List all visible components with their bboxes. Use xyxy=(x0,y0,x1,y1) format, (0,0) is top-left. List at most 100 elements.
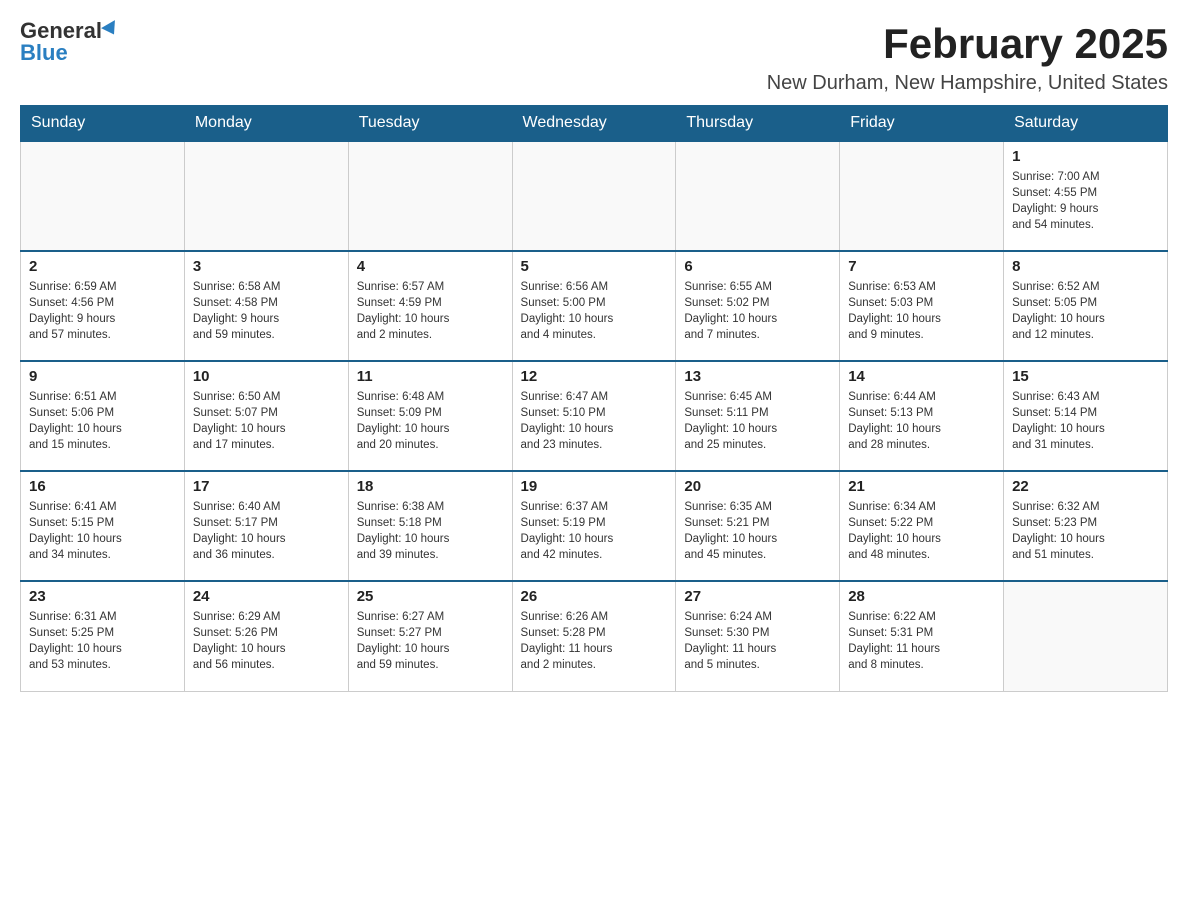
day-info: Sunrise: 6:22 AM Sunset: 5:31 PM Dayligh… xyxy=(848,609,995,673)
calendar-table: Sunday Monday Tuesday Wednesday Thursday… xyxy=(20,105,1168,692)
day-info: Sunrise: 7:00 AM Sunset: 4:55 PM Dayligh… xyxy=(1012,169,1159,233)
calendar-day-cell xyxy=(676,141,840,251)
day-number: 23 xyxy=(29,588,176,605)
day-number: 19 xyxy=(521,478,668,495)
day-info: Sunrise: 6:52 AM Sunset: 5:05 PM Dayligh… xyxy=(1012,279,1159,343)
header-wednesday: Wednesday xyxy=(512,106,676,142)
calendar-day-cell: 28 Sunrise: 6:22 AM Sunset: 5:31 PM Dayli… xyxy=(840,581,1004,691)
day-number: 8 xyxy=(1012,258,1159,275)
day-info: Sunrise: 6:58 AM Sunset: 4:58 PM Dayligh… xyxy=(193,279,340,343)
day-number: 16 xyxy=(29,478,176,495)
header-thursday: Thursday xyxy=(676,106,840,142)
calendar-day-cell: 2 Sunrise: 6:59 AM Sunset: 4:56 PM Daylig… xyxy=(21,251,185,361)
day-number: 24 xyxy=(193,588,340,605)
calendar-day-cell: 14 Sunrise: 6:44 AM Sunset: 5:13 PM Dayli… xyxy=(840,361,1004,471)
day-number: 14 xyxy=(848,368,995,385)
day-info: Sunrise: 6:34 AM Sunset: 5:22 PM Dayligh… xyxy=(848,499,995,563)
calendar-day-cell: 23 Sunrise: 6:31 AM Sunset: 5:25 PM Dayli… xyxy=(21,581,185,691)
day-info: Sunrise: 6:41 AM Sunset: 5:15 PM Dayligh… xyxy=(29,499,176,563)
calendar-day-cell: 17 Sunrise: 6:40 AM Sunset: 5:17 PM Dayli… xyxy=(184,471,348,581)
day-info: Sunrise: 6:43 AM Sunset: 5:14 PM Dayligh… xyxy=(1012,389,1159,453)
day-number: 25 xyxy=(357,588,504,605)
calendar-day-cell: 20 Sunrise: 6:35 AM Sunset: 5:21 PM Dayli… xyxy=(676,471,840,581)
header-friday: Friday xyxy=(840,106,1004,142)
calendar-day-cell: 5 Sunrise: 6:56 AM Sunset: 5:00 PM Daylig… xyxy=(512,251,676,361)
calendar-day-cell: 13Sunrise: 6:45 AM Sunset: 5:11 PM Dayli… xyxy=(676,361,840,471)
day-number: 17 xyxy=(193,478,340,495)
header-tuesday: Tuesday xyxy=(348,106,512,142)
calendar-day-cell: 24 Sunrise: 6:29 AM Sunset: 5:26 PM Dayli… xyxy=(184,581,348,691)
calendar-day-cell: 27 Sunrise: 6:24 AM Sunset: 5:30 PM Dayli… xyxy=(676,581,840,691)
calendar-day-cell: 26 Sunrise: 6:26 AM Sunset: 5:28 PM Dayli… xyxy=(512,581,676,691)
calendar-day-cell xyxy=(1004,581,1168,691)
day-number: 12 xyxy=(521,368,668,385)
day-info: Sunrise: 6:38 AM Sunset: 5:18 PM Dayligh… xyxy=(357,499,504,563)
day-info: Sunrise: 6:53 AM Sunset: 5:03 PM Dayligh… xyxy=(848,279,995,343)
day-info: Sunrise: 6:29 AM Sunset: 5:26 PM Dayligh… xyxy=(193,609,340,673)
day-number: 9 xyxy=(29,368,176,385)
calendar-day-cell: 1 Sunrise: 7:00 AM Sunset: 4:55 PM Daylig… xyxy=(1004,141,1168,251)
day-number: 28 xyxy=(848,588,995,605)
calendar-day-cell: 19Sunrise: 6:37 AM Sunset: 5:19 PM Dayli… xyxy=(512,471,676,581)
day-number: 10 xyxy=(193,368,340,385)
day-number: 18 xyxy=(357,478,504,495)
day-info: Sunrise: 6:57 AM Sunset: 4:59 PM Dayligh… xyxy=(357,279,504,343)
day-number: 22 xyxy=(1012,478,1159,495)
calendar-day-cell: 6 Sunrise: 6:55 AM Sunset: 5:02 PM Daylig… xyxy=(676,251,840,361)
day-number: 20 xyxy=(684,478,831,495)
day-info: Sunrise: 6:44 AM Sunset: 5:13 PM Dayligh… xyxy=(848,389,995,453)
day-number: 27 xyxy=(684,588,831,605)
week-row-3: 9 Sunrise: 6:51 AM Sunset: 5:06 PM Daylig… xyxy=(21,361,1168,471)
day-number: 1 xyxy=(1012,148,1159,165)
week-row-5: 23 Sunrise: 6:31 AM Sunset: 5:25 PM Dayli… xyxy=(21,581,1168,691)
day-info: Sunrise: 6:50 AM Sunset: 5:07 PM Dayligh… xyxy=(193,389,340,453)
day-number: 13 xyxy=(684,368,831,385)
calendar-day-cell: 25 Sunrise: 6:27 AM Sunset: 5:27 PM Dayli… xyxy=(348,581,512,691)
day-info: Sunrise: 6:32 AM Sunset: 5:23 PM Dayligh… xyxy=(1012,499,1159,563)
calendar-day-cell: 21 Sunrise: 6:34 AM Sunset: 5:22 PM Dayli… xyxy=(840,471,1004,581)
day-info: Sunrise: 6:40 AM Sunset: 5:17 PM Dayligh… xyxy=(193,499,340,563)
calendar-day-cell: 15 Sunrise: 6:43 AM Sunset: 5:14 PM Dayli… xyxy=(1004,361,1168,471)
day-number: 6 xyxy=(684,258,831,275)
calendar-title: February 2025 xyxy=(767,20,1168,68)
header-monday: Monday xyxy=(184,106,348,142)
day-info: Sunrise: 6:56 AM Sunset: 5:00 PM Dayligh… xyxy=(521,279,668,343)
week-row-2: 2 Sunrise: 6:59 AM Sunset: 4:56 PM Daylig… xyxy=(21,251,1168,361)
day-number: 4 xyxy=(357,258,504,275)
calendar-day-cell xyxy=(184,141,348,251)
day-info: Sunrise: 6:26 AM Sunset: 5:28 PM Dayligh… xyxy=(521,609,668,673)
calendar-day-cell: 9 Sunrise: 6:51 AM Sunset: 5:06 PM Daylig… xyxy=(21,361,185,471)
calendar-day-cell: 11 Sunrise: 6:48 AM Sunset: 5:09 PM Dayli… xyxy=(348,361,512,471)
day-number: 26 xyxy=(521,588,668,605)
day-number: 5 xyxy=(521,258,668,275)
logo-triangle-icon xyxy=(101,20,121,38)
calendar-day-cell: 4 Sunrise: 6:57 AM Sunset: 4:59 PM Daylig… xyxy=(348,251,512,361)
calendar-subtitle: New Durham, New Hampshire, United States xyxy=(767,72,1168,95)
day-number: 15 xyxy=(1012,368,1159,385)
day-number: 3 xyxy=(193,258,340,275)
header-saturday: Saturday xyxy=(1004,106,1168,142)
day-number: 11 xyxy=(357,368,504,385)
calendar-day-cell: 22 Sunrise: 6:32 AM Sunset: 5:23 PM Dayli… xyxy=(1004,471,1168,581)
day-info: Sunrise: 6:35 AM Sunset: 5:21 PM Dayligh… xyxy=(684,499,831,563)
day-number: 21 xyxy=(848,478,995,495)
calendar-day-cell: 12 Sunrise: 6:47 AM Sunset: 5:10 PM Dayli… xyxy=(512,361,676,471)
day-number: 2 xyxy=(29,258,176,275)
day-info: Sunrise: 6:55 AM Sunset: 5:02 PM Dayligh… xyxy=(684,279,831,343)
day-info: Sunrise: 6:59 AM Sunset: 4:56 PM Dayligh… xyxy=(29,279,176,343)
calendar-day-cell xyxy=(348,141,512,251)
calendar-day-cell: 8 Sunrise: 6:52 AM Sunset: 5:05 PM Daylig… xyxy=(1004,251,1168,361)
day-number: 7 xyxy=(848,258,995,275)
day-info: Sunrise: 6:48 AM Sunset: 5:09 PM Dayligh… xyxy=(357,389,504,453)
day-info: Sunrise: 6:51 AM Sunset: 5:06 PM Dayligh… xyxy=(29,389,176,453)
day-info: Sunrise: 6:27 AM Sunset: 5:27 PM Dayligh… xyxy=(357,609,504,673)
calendar-day-cell: 16 Sunrise: 6:41 AM Sunset: 5:15 PM Dayli… xyxy=(21,471,185,581)
day-info: Sunrise: 6:47 AM Sunset: 5:10 PM Dayligh… xyxy=(521,389,668,453)
day-info: Sunrise: 6:31 AM Sunset: 5:25 PM Dayligh… xyxy=(29,609,176,673)
page-header: General Blue February 2025 New Durham, N… xyxy=(20,20,1168,95)
day-info: Sunrise: 6:24 AM Sunset: 5:30 PM Dayligh… xyxy=(684,609,831,673)
week-row-4: 16 Sunrise: 6:41 AM Sunset: 5:15 PM Dayli… xyxy=(21,471,1168,581)
calendar-day-cell: 18 Sunrise: 6:38 AM Sunset: 5:18 PM Dayli… xyxy=(348,471,512,581)
calendar-day-cell: 3 Sunrise: 6:58 AM Sunset: 4:58 PM Daylig… xyxy=(184,251,348,361)
calendar-day-cell: 10 Sunrise: 6:50 AM Sunset: 5:07 PM Dayli… xyxy=(184,361,348,471)
